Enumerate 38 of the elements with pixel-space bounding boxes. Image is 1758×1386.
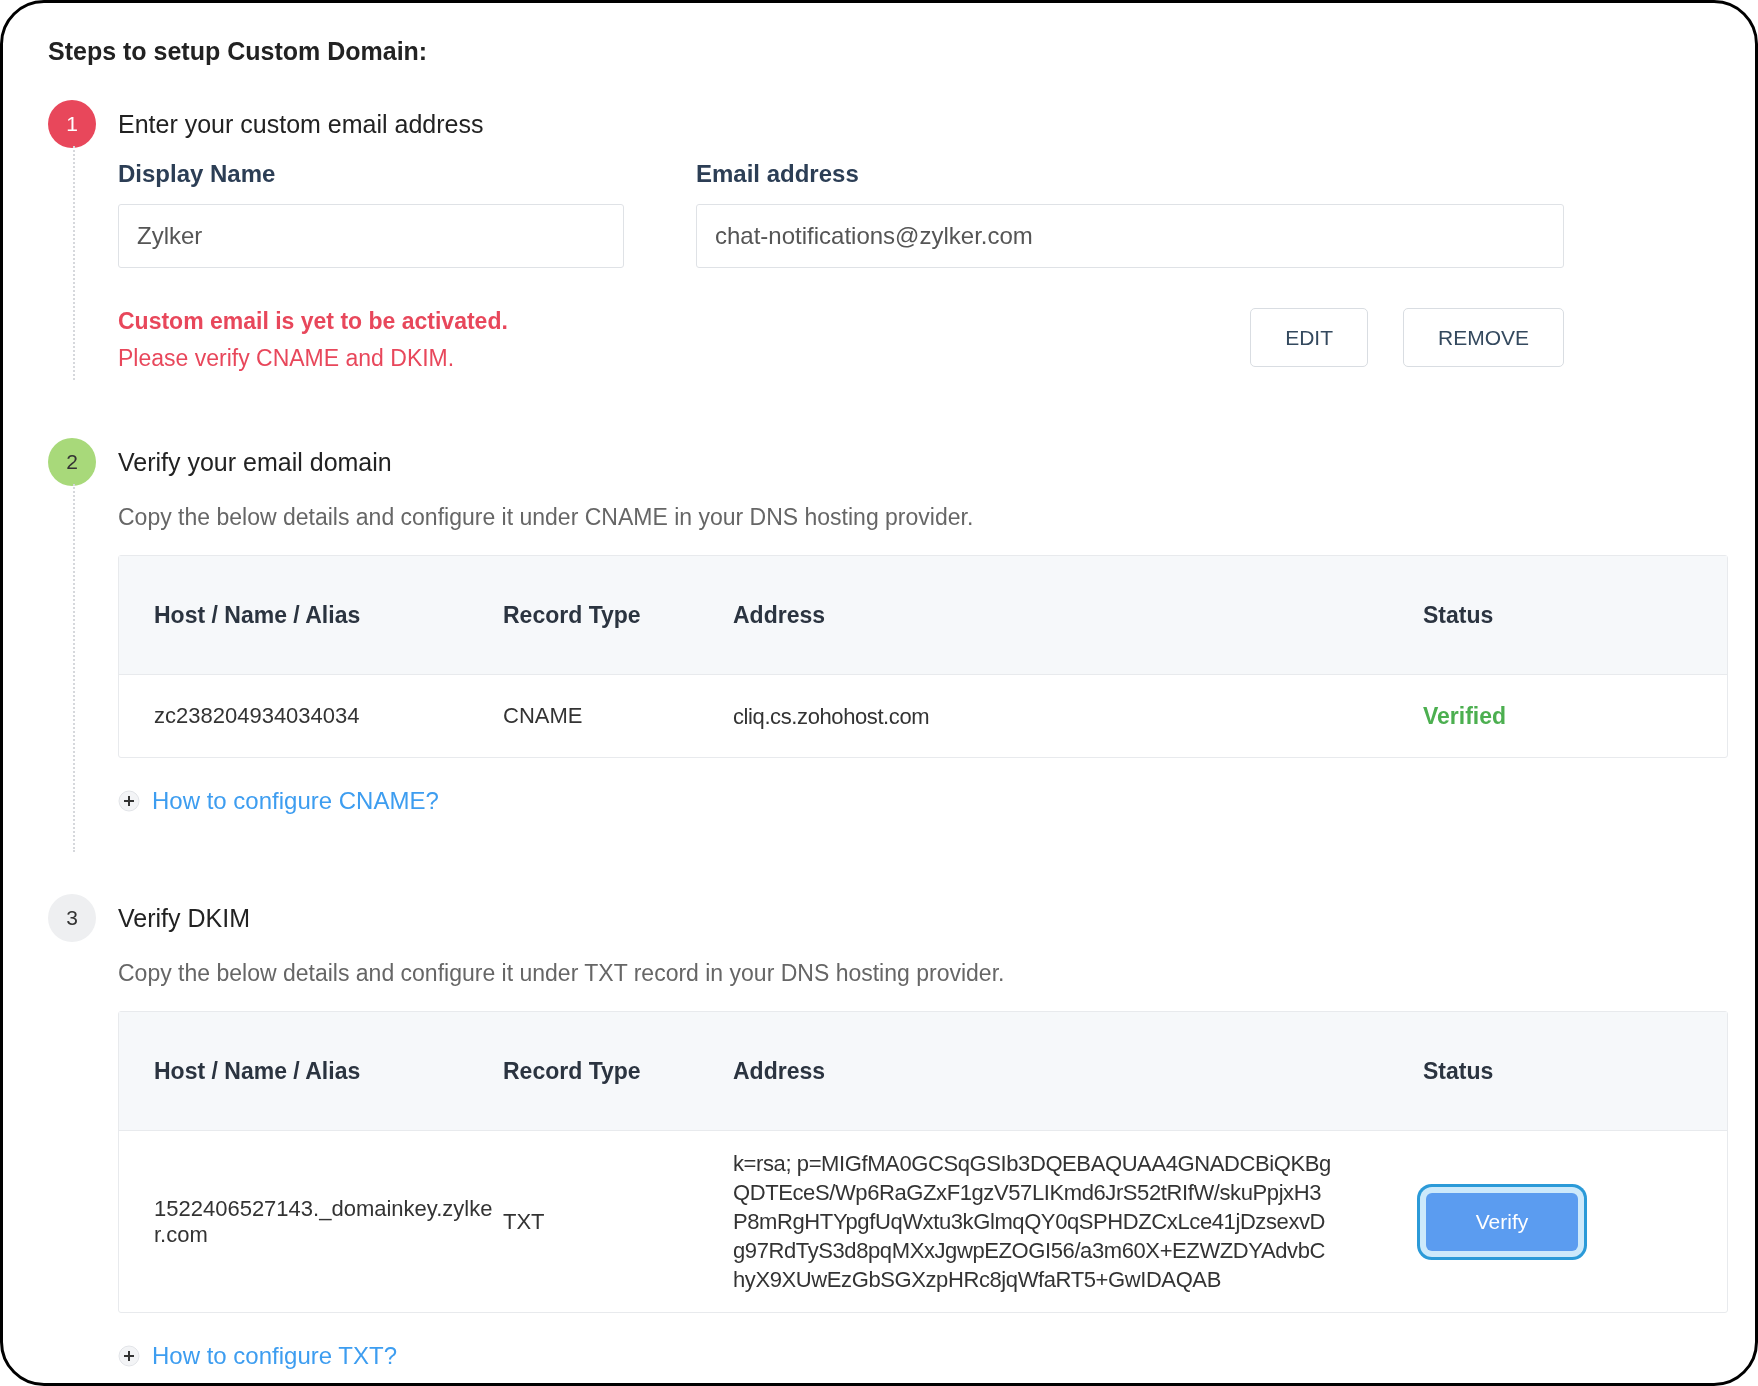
error-message: Custom email is yet to be activated.	[118, 308, 508, 335]
text-input-field[interactable]: chat-notifications@zylker.com	[696, 204, 1564, 268]
column-header: Host / Name / Alias	[153, 601, 362, 629]
step-title: Verify DKIM	[118, 903, 250, 933]
plus-icon	[118, 1345, 140, 1367]
table-cell-text: hyX9XUwEzGbSGXzpHRc8jqWfaRT5+GwIDAQAB	[733, 1266, 1222, 1294]
field-label: Display Name	[118, 160, 277, 188]
column-header: Host / Name / Alias	[153, 1057, 362, 1085]
table-cell-text: CNAME	[503, 703, 584, 729]
column-header: Address	[733, 601, 827, 629]
step-number-badge: 2	[48, 438, 96, 486]
table-cell-text: QDTEceS/Wp6RaGZxF1gzV57LIKmd6JrS52tRIfW/skuPpjxH3	[733, 1179, 1323, 1207]
table-cell-text: g97RdTyS3d8pqMXxJgwpEZOGI56/a3m60X+EZWZDYAdvbC	[733, 1237, 1326, 1265]
action-button[interactable]: REMOVE	[1403, 308, 1564, 367]
column-header: Record Type	[503, 1057, 642, 1085]
table-cell-text: cliq.cs.zohohost.com	[733, 702, 931, 731]
step-title: Enter your custom email address	[118, 109, 484, 139]
page-title: Steps to setup Custom Domain:	[48, 37, 429, 66]
step-description: Copy the below details and configure it under TXT record in your DNS hosting provider.	[118, 960, 1006, 987]
column-header: Record Type	[503, 601, 642, 629]
text-input-field[interactable]: Zylker	[118, 204, 624, 268]
table-cell-text: 1522406527143._domainkey.zylker.com	[153, 1195, 494, 1248]
table-cell-text: TXT	[503, 1208, 546, 1235]
field-label: Email address	[696, 160, 860, 188]
plus-icon	[118, 790, 140, 812]
action-button[interactable]: EDIT	[1250, 308, 1368, 367]
table-cell-text: P8mRgHTYpgfUqWxtu3kGlmqQY0qSPHDZCxLce41jDzsexvD	[733, 1208, 1327, 1236]
table-cell-text: k=rsa; p=MIGfMA0GCSqGSIb3DQEBAQUAA4GNADCBiQKBg	[733, 1150, 1332, 1178]
step-title: Verify your email domain	[118, 447, 392, 477]
step-description: Copy the below details and configure it under CNAME in your DNS hosting provider.	[118, 504, 975, 531]
step-number-badge: 3	[48, 894, 96, 942]
step-number-badge: 1	[48, 100, 96, 148]
column-header: Address	[733, 1057, 827, 1085]
column-header: Status	[1423, 1057, 1495, 1085]
table-cell-text: zc238204934034034	[153, 703, 361, 729]
error-hint: Please verify CNAME and DKIM.	[118, 345, 456, 372]
status-text: Verified	[1423, 702, 1507, 729]
column-header: Status	[1423, 601, 1495, 629]
